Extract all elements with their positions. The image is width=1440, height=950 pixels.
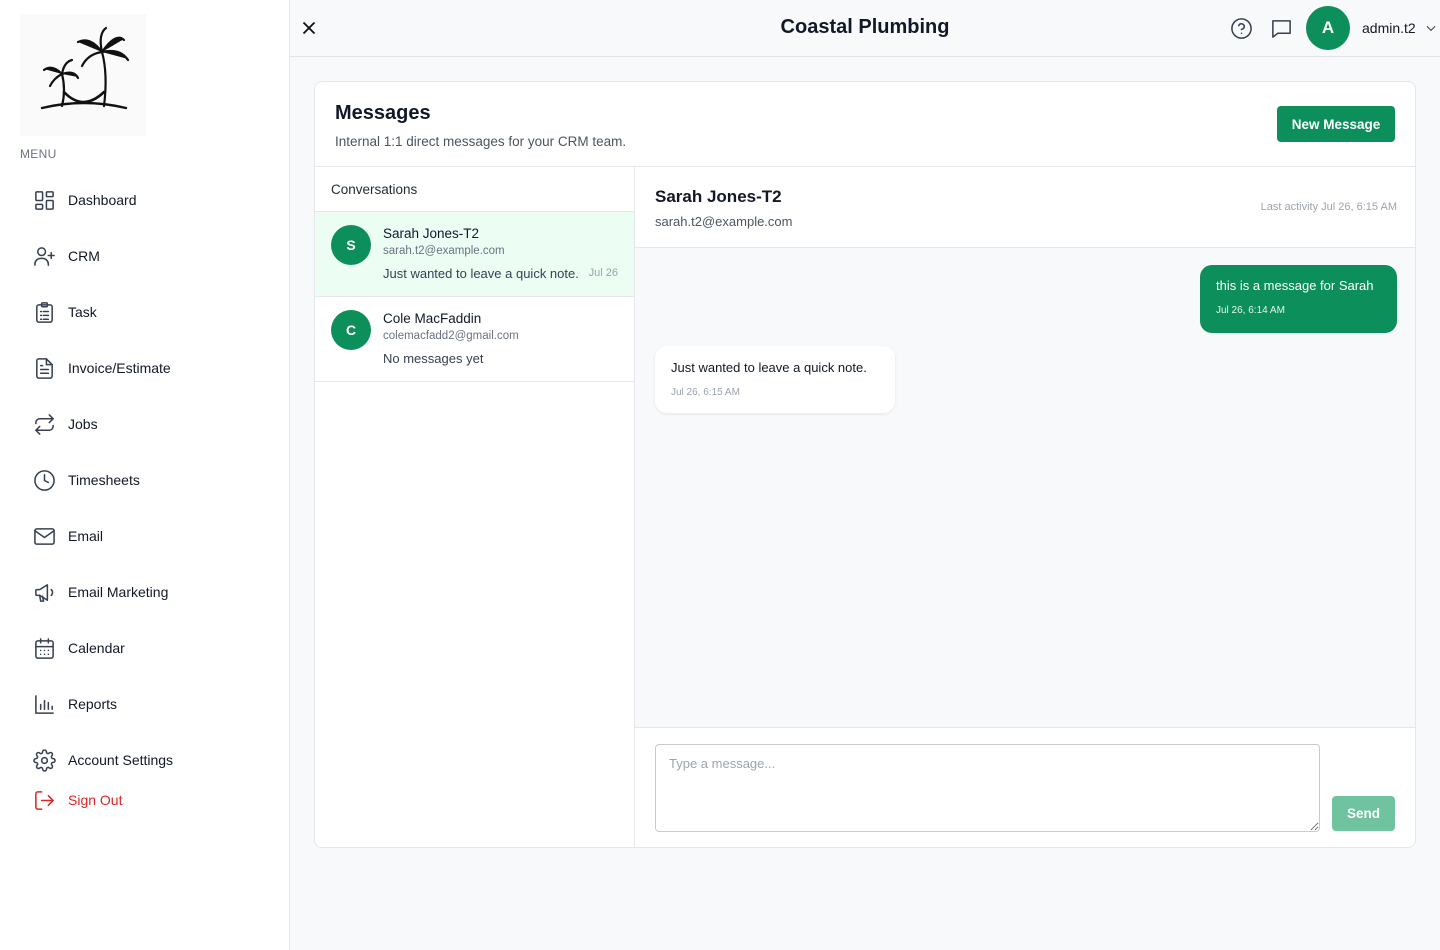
chat-bubble-icon — [1272, 20, 1291, 38]
conversation-item[interactable]: C Cole MacFaddin colemacfadd2@gmail.com … — [315, 297, 634, 382]
sidebar-item-label: Reports — [68, 696, 118, 712]
messages-card: Messages Internal 1:1 direct messages fo… — [314, 81, 1416, 848]
sidebar-item-label: Account Settings — [68, 752, 174, 768]
sidebar-item-label: Task — [68, 304, 97, 320]
sidebar-item-label: Jobs — [68, 416, 98, 432]
message-text: Just wanted to leave a quick note. — [671, 360, 867, 375]
sidebar-item-label: CRM — [68, 248, 100, 264]
gear-icon — [32, 748, 56, 772]
conversation-item[interactable]: S Sarah Jones-T2 sarah.t2@example.com Ju… — [315, 212, 634, 297]
conversation-email: sarah.t2@example.com — [383, 245, 505, 257]
page-title: Coastal Plumbing — [780, 16, 950, 38]
message-time: Jul 26, 6:15 AM — [671, 387, 740, 398]
messages-title: Messages — [335, 102, 431, 124]
sidebar-item-account-settings[interactable]: Account Settings — [32, 746, 173, 774]
chevron-down-icon — [1426, 25, 1436, 32]
send-button[interactable]: Send — [1332, 796, 1395, 831]
conversation-name: Sarah Jones-T2 — [383, 226, 480, 241]
sidebar-item-label: Invoice/Estimate — [68, 360, 171, 376]
message-list: this is a message for Sarah Jul 26, 6:14… — [635, 248, 1415, 727]
clipboard-icon — [32, 300, 56, 324]
help-button[interactable] — [1230, 17, 1254, 41]
message-input[interactable] — [655, 744, 1320, 832]
top-header: Coastal Plumbing A admin.t2 — [290, 0, 1440, 57]
dashboard-icon — [32, 188, 56, 212]
conversations-panel: Conversations S Sarah Jones-T2 sarah.t2@… — [315, 167, 635, 847]
conversation-email: colemacfadd2@gmail.com — [383, 330, 519, 342]
outgoing-message: this is a message for Sarah Jul 26, 6:14… — [1200, 265, 1397, 333]
messages-subtitle: Internal 1:1 direct messages for your CR… — [335, 134, 627, 149]
document-icon — [32, 356, 56, 380]
sign-out-icon — [32, 788, 56, 812]
conversation-preview: Just wanted to leave a quick note. — [383, 266, 579, 281]
sidebar-item-label: Sign Out — [68, 792, 123, 808]
company-logo[interactable] — [20, 14, 146, 136]
sign-out-button[interactable]: Sign Out — [32, 786, 122, 814]
avatar: C — [331, 310, 371, 350]
user-plus-icon — [32, 244, 56, 268]
sidebar-item-label: Calendar — [68, 640, 125, 656]
sidebar: MENU Dashboard CRM Task Invoice/Estimate… — [0, 0, 290, 950]
conversation-thread: Sarah Jones-T2 sarah.t2@example.com Last… — [635, 167, 1415, 847]
palm-hammock-logo-icon — [40, 26, 130, 110]
sidebar-item-crm[interactable]: CRM — [32, 242, 100, 270]
sidebar-item-timesheets[interactable]: Timesheets — [32, 466, 140, 494]
sidebar-item-label: Email — [68, 528, 104, 544]
clock-icon — [32, 468, 56, 492]
sidebar-item-reports[interactable]: Reports — [32, 690, 117, 718]
new-message-button[interactable]: New Message — [1277, 106, 1395, 142]
user-menu-toggle[interactable] — [1424, 21, 1438, 35]
mail-icon — [32, 524, 56, 548]
messages-button[interactable] — [1270, 17, 1294, 41]
megaphone-icon — [32, 580, 56, 604]
sidebar-item-label: Dashboard — [68, 192, 137, 208]
conversations-header: Conversations — [331, 182, 418, 197]
conversation-date: Jul 26 — [588, 267, 618, 279]
avatar: S — [331, 225, 371, 265]
thread-header: Sarah Jones-T2 sarah.t2@example.com Last… — [635, 167, 1415, 248]
user-avatar[interactable]: A — [1306, 6, 1350, 50]
sidebar-item-invoice-estimate[interactable]: Invoice/Estimate — [32, 354, 171, 382]
sidebar-item-label: Email Marketing — [68, 584, 169, 600]
message-composer: Send — [635, 727, 1415, 847]
calendar-icon — [32, 636, 56, 660]
last-activity: Last activity Jul 26, 6:15 AM — [1260, 201, 1397, 213]
sidebar-item-dashboard[interactable]: Dashboard — [32, 186, 137, 214]
bar-chart-icon — [32, 692, 56, 716]
help-circle-icon — [1231, 18, 1252, 39]
sidebar-item-email-marketing[interactable]: Email Marketing — [32, 578, 168, 606]
thread-contact-email: sarah.t2@example.com — [655, 214, 793, 229]
incoming-message: Just wanted to leave a quick note. Jul 2… — [655, 346, 895, 413]
sidebar-item-jobs[interactable]: Jobs — [32, 410, 98, 438]
thread-contact-name: Sarah Jones-T2 — [655, 187, 782, 206]
menu-label: MENU — [20, 147, 57, 161]
conversation-preview: No messages yet — [383, 351, 484, 366]
sidebar-item-calendar[interactable]: Calendar — [32, 634, 125, 662]
message-time: Jul 26, 6:14 AM — [1216, 305, 1285, 316]
sidebar-item-email[interactable]: Email — [32, 522, 103, 550]
conversation-name: Cole MacFaddin — [383, 311, 482, 326]
sidebar-item-label: Timesheets — [68, 472, 140, 488]
sidebar-item-task[interactable]: Task — [32, 298, 97, 326]
repeat-icon — [32, 412, 56, 436]
user-menu-name[interactable]: admin.t2 — [1362, 20, 1416, 36]
message-text: this is a message for Sarah — [1216, 278, 1374, 293]
